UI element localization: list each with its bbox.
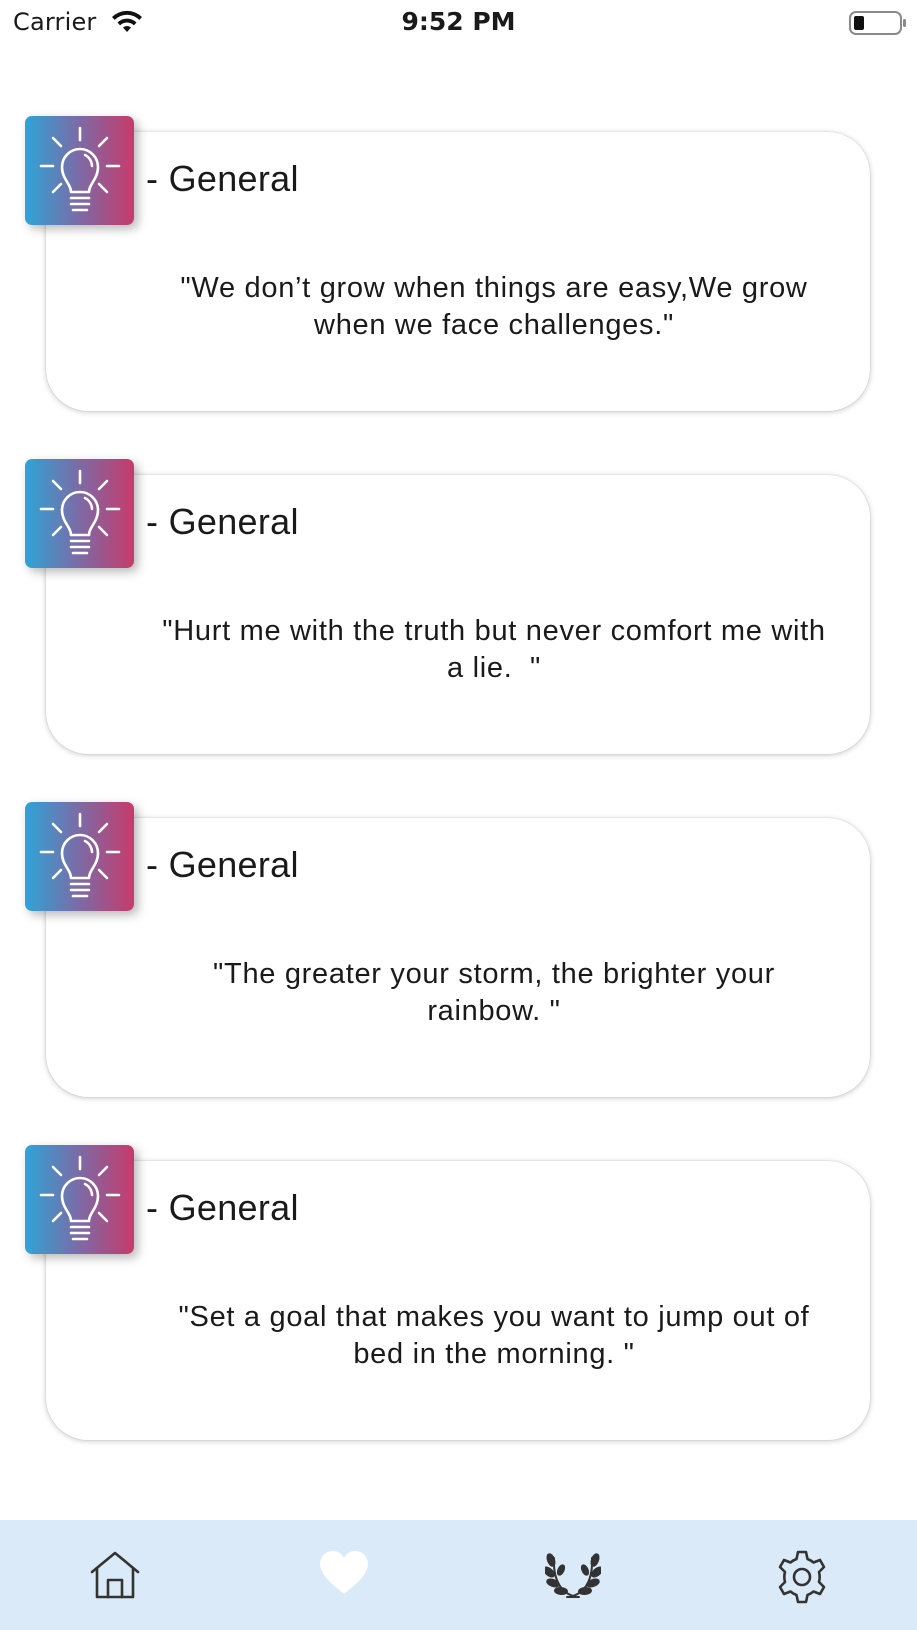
- card-category-label: - General: [146, 501, 299, 542]
- category-badge: [25, 802, 134, 911]
- quote-text: "The greater your storm, the brighter yo…: [213, 958, 784, 1027]
- tab-favorites[interactable]: [229, 1520, 458, 1630]
- category-badge: [25, 1145, 134, 1254]
- quote-text: "Hurt me with the truth but never comfor…: [162, 615, 835, 684]
- tab-bar: [0, 1520, 917, 1630]
- battery-icon: [849, 11, 906, 35]
- category-badge: [25, 116, 134, 225]
- lightbulb-icon: [39, 126, 121, 212]
- lightbulb-icon: [39, 1155, 121, 1241]
- quote-text: "Set a goal that makes you want to jump …: [178, 1301, 819, 1370]
- heart-icon: [319, 1551, 368, 1594]
- tab-achievements[interactable]: [458, 1520, 687, 1630]
- tab-home[interactable]: [0, 1520, 229, 1630]
- lightbulb-icon: [39, 469, 121, 555]
- card-category-label: - General: [146, 158, 299, 199]
- quote-card[interactable]: - General "The greater your storm, the b…: [25, 802, 870, 1097]
- quote-text: "We don’t grow when things are easy,We g…: [180, 272, 817, 341]
- quote-card[interactable]: - General "Hurt me with the truth but ne…: [25, 459, 870, 754]
- status-bar: Carrier 9:52 PM: [0, 0, 917, 46]
- lightbulb-icon: [39, 812, 121, 898]
- clock: 9:52 PM: [401, 7, 516, 36]
- tab-settings[interactable]: [687, 1520, 916, 1630]
- laurel-icon: [544, 1553, 601, 1598]
- card-category-label: - General: [146, 1187, 299, 1228]
- card-category-label: - General: [146, 844, 299, 885]
- gear-icon: [778, 1550, 825, 1604]
- quote-card[interactable]: - General "Set a goal that makes you wan…: [25, 1145, 870, 1440]
- home-icon: [90, 1551, 139, 1599]
- quote-card[interactable]: - General "We don’t grow when things are…: [25, 116, 870, 411]
- category-badge: [25, 459, 134, 568]
